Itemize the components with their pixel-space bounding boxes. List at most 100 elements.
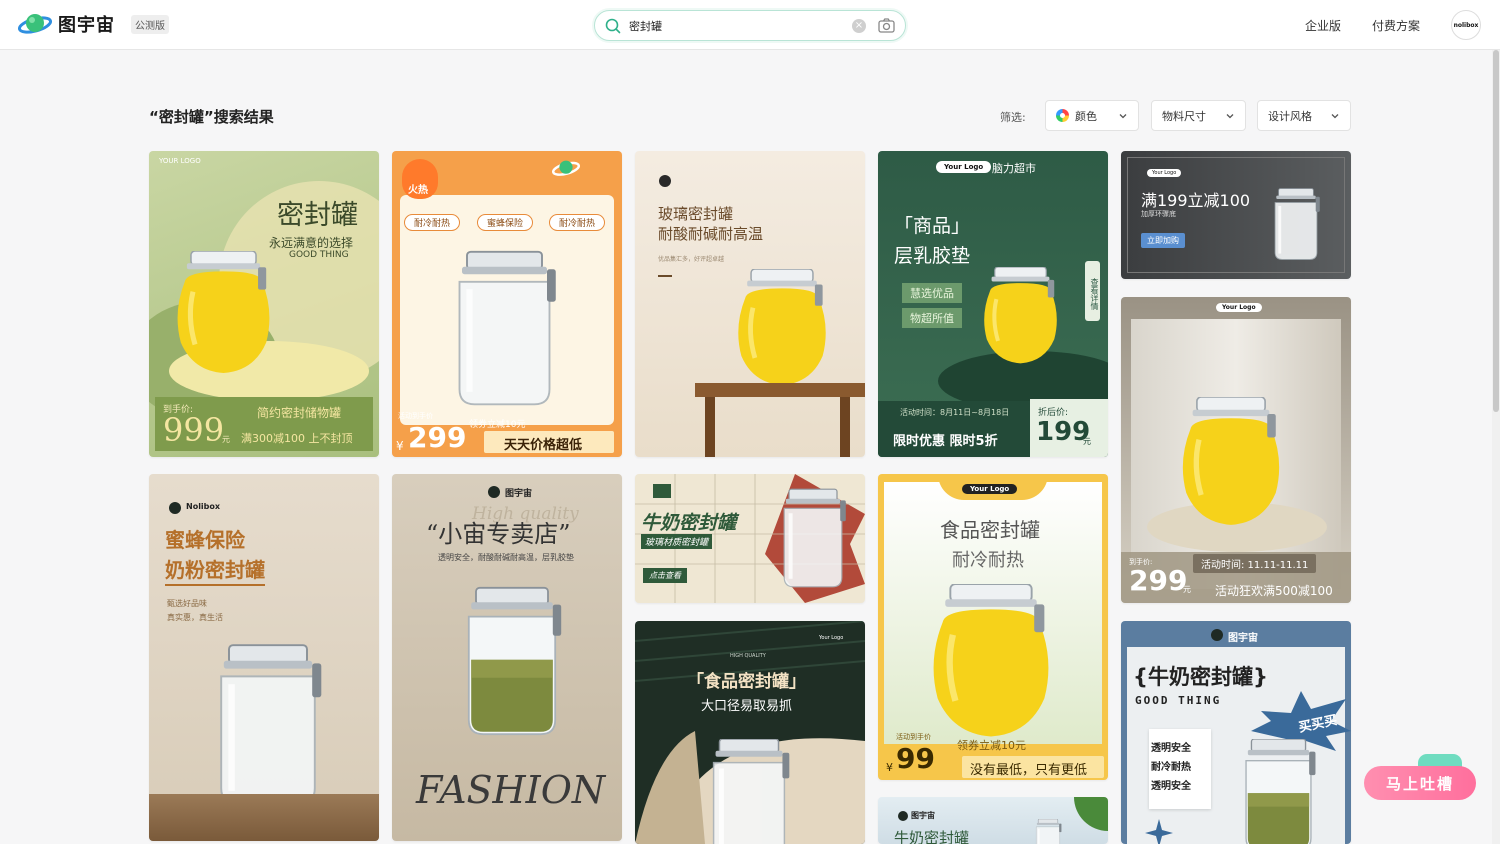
card-subtitle: 透明安全，耐酸耐碱耐高温，层乳胶垫 — [438, 553, 574, 562]
feature-tag-1: 耐冷耐热 — [404, 214, 461, 231]
template-card-7[interactable]: Nolibox 蜜蜂保险 奶粉密封罐 甄选好品味 真实惠，真生活 — [149, 474, 379, 841]
limited-offer: 限时优惠 限时5折 — [893, 434, 998, 449]
filter-style-dropdown[interactable]: 设计风格 — [1257, 100, 1351, 131]
template-card-9[interactable]: 牛奶密封罐 玻璃材质密封罐 点击查看 — [635, 474, 865, 603]
card-title: “小宙专卖店” — [426, 520, 571, 548]
card-title: 牛奶密封罐 — [894, 829, 970, 844]
card-slogan: 没有最低，只有更低 — [970, 763, 1088, 778]
nav-pricing[interactable]: 付费方案 — [1372, 17, 1420, 34]
nav-enterprise[interactable]: 企业版 — [1305, 17, 1341, 34]
template-card-6[interactable]: Your Logo 到手价: 299 元 活动时间: 11.11-11.11 活… — [1121, 297, 1351, 603]
avatar[interactable]: nolibox — [1451, 10, 1481, 40]
card-subtitle: 玻璃材质密封罐 — [641, 534, 713, 549]
brand-mark-icon — [488, 486, 500, 498]
card-logo: Your Logo — [962, 484, 1018, 494]
card-subtitle-en: GOOD THING — [289, 250, 349, 260]
card-title-2: 层乳胶垫 — [894, 245, 971, 267]
feature-3: 透明安全 — [1151, 781, 1191, 792]
card-currency: ¥ — [886, 761, 893, 774]
card-coupon: 领券立减10元 — [957, 739, 1026, 752]
card-subtitle: 永远满意的选择 — [269, 236, 354, 250]
beta-badge: 公测版 — [131, 14, 169, 34]
card-title: 满199立减100 — [1141, 191, 1251, 210]
card-logo: Your Logo — [936, 161, 992, 173]
card-logo: Your Logo — [1216, 303, 1262, 312]
yellow-jar-image — [926, 584, 1056, 739]
card-logo: 图宇宙 — [1228, 633, 1258, 644]
filter-size-dropdown[interactable]: 物料尺寸 — [1151, 100, 1246, 131]
page-scrollbar[interactable] — [1492, 50, 1500, 844]
search-box[interactable]: × — [594, 10, 906, 41]
brand-logo[interactable]: 图宇宙 公测版 — [17, 11, 169, 37]
card-logo: 图宇宙 — [911, 811, 935, 820]
brand-mark-icon — [898, 811, 908, 821]
template-card-3[interactable]: 玻璃密封罐 耐酸耐碱耐高温 优品集汇多，好评超卓越 — [635, 151, 865, 457]
brand-mark-icon — [1211, 629, 1223, 641]
tag-1: 慧选优品 — [902, 283, 962, 303]
glass-jar-image — [699, 739, 799, 844]
card-logo: Your Logo — [1147, 169, 1182, 177]
clear-icon[interactable]: × — [852, 18, 866, 33]
template-card-10[interactable]: HIGH QUALITY Your Logo 「食品密封罐」 大口径易取易抓 — [635, 621, 865, 844]
filter-color-dropdown[interactable]: 颜色 — [1045, 100, 1139, 131]
card-promo: 满300减100 上不封顶 — [241, 432, 353, 445]
feature-tag-3: 耐冷耐热 — [549, 214, 606, 231]
feature-1: 透明安全 — [1151, 743, 1191, 754]
card-subtitle: 加厚环骤底 — [1141, 210, 1176, 218]
yellow-jar-image — [978, 267, 1063, 365]
camera-icon[interactable] — [878, 18, 895, 33]
template-card-11[interactable]: Your Logo 食品密封罐 耐冷耐热 活动到手价 领券立减10元 ¥ 99 … — [878, 474, 1108, 780]
leaf-icon — [1074, 797, 1108, 831]
card-price-unit: 元 — [1183, 585, 1191, 594]
template-card-12[interactable]: 图宇宙 牛奶密封罐 — [878, 797, 1108, 844]
brand-mark-icon — [659, 175, 671, 187]
tag-2: 物超所值 — [902, 308, 962, 328]
template-card-4[interactable]: Your Logo 脑力超市 「商品」 层乳胶垫 慧选优品 物超所值 查看详情 … — [878, 151, 1108, 457]
search-input[interactable] — [629, 19, 852, 32]
card-price-unit: 元 — [1083, 437, 1091, 446]
beans-jar-image — [1245, 739, 1317, 844]
card-coupon: 领券立减10元 — [469, 420, 526, 430]
scrollbar-thumb[interactable] — [1493, 50, 1499, 412]
view-detail-tab[interactable]: 查看详情 — [1085, 261, 1100, 321]
card-subtitle-2: 真实惠，真生活 — [167, 613, 223, 622]
card-title: 密封罐 — [277, 200, 358, 231]
brand-name: 图宇宙 — [58, 15, 115, 36]
yellow-jar-image — [1171, 397, 1291, 527]
filter-label: 筛选: — [1000, 111, 1026, 124]
glass-jar-image — [1273, 187, 1322, 261]
template-card-13[interactable]: 图宇宙 {牛奶密封罐} GOOD THING 买买买 透明安全 耐冷耐热 透明安… — [1121, 621, 1351, 844]
view-button[interactable]: 点击查看 — [643, 568, 687, 583]
card-price: 999 — [163, 411, 225, 449]
template-card-5[interactable]: Your Logo 满199立减100 加厚环骤底 立即加购 — [1121, 151, 1351, 279]
color-wheel-icon — [1056, 109, 1069, 122]
template-card-1[interactable]: YOUR LOGO 密封罐 永远满意的选择 GOOD THING 到手价: 99… — [149, 151, 379, 457]
filter-color-label: 颜色 — [1075, 109, 1097, 123]
hot-label: 火热 — [408, 185, 428, 196]
card-subtitle: 优品集汇多，好评超卓越 — [658, 256, 725, 263]
template-card-2[interactable]: 火热 耐冷耐热 蜜蜂保险 耐冷耐热 活动到手价 领券立减10元 ¥ 299 天天… — [392, 151, 622, 457]
card-title-1: 蜜蜂保险 — [165, 528, 245, 552]
card-title-2: 耐酸耐碱耐高温 — [658, 225, 764, 243]
card-logo: YOUR LOGO — [159, 157, 201, 165]
card-title: 「食品密封罐」 — [687, 672, 806, 692]
card-title: 牛奶密封罐 — [641, 512, 737, 534]
card-price: 299 — [408, 421, 467, 454]
card-price-unit: 元 — [222, 435, 230, 444]
card-title-1: 玻璃密封罐 — [658, 205, 734, 223]
chevron-down-icon — [1331, 114, 1339, 119]
promo-date: 活动时间: 11.11-11.11 — [1193, 554, 1317, 573]
add-to-cart-button[interactable]: 立即加购 — [1141, 233, 1185, 248]
promo-date: 活动时间：8月11日~8月18日 — [900, 408, 1010, 417]
filter-style-label: 设计风格 — [1268, 109, 1312, 123]
template-card-8[interactable]: 图宇宙 High quality “小宙专卖店” 透明安全，耐酸耐碱耐高温，层乳… — [392, 474, 622, 841]
feature-tag-2: 蜜蜂保险 — [477, 214, 534, 231]
feedback-button[interactable]: 马上吐槽 — [1364, 766, 1476, 800]
yellow-jar-image — [171, 251, 276, 375]
card-logo: Nolibox — [186, 502, 221, 511]
results-title: “密封罐”搜索结果 — [149, 108, 274, 126]
glass-jar-image — [1035, 819, 1063, 844]
card-logo: 图宇宙 — [505, 489, 533, 499]
card-tag: 简约密封储物罐 — [257, 406, 342, 420]
card-subtitle-en: GOOD THING — [1135, 694, 1222, 707]
